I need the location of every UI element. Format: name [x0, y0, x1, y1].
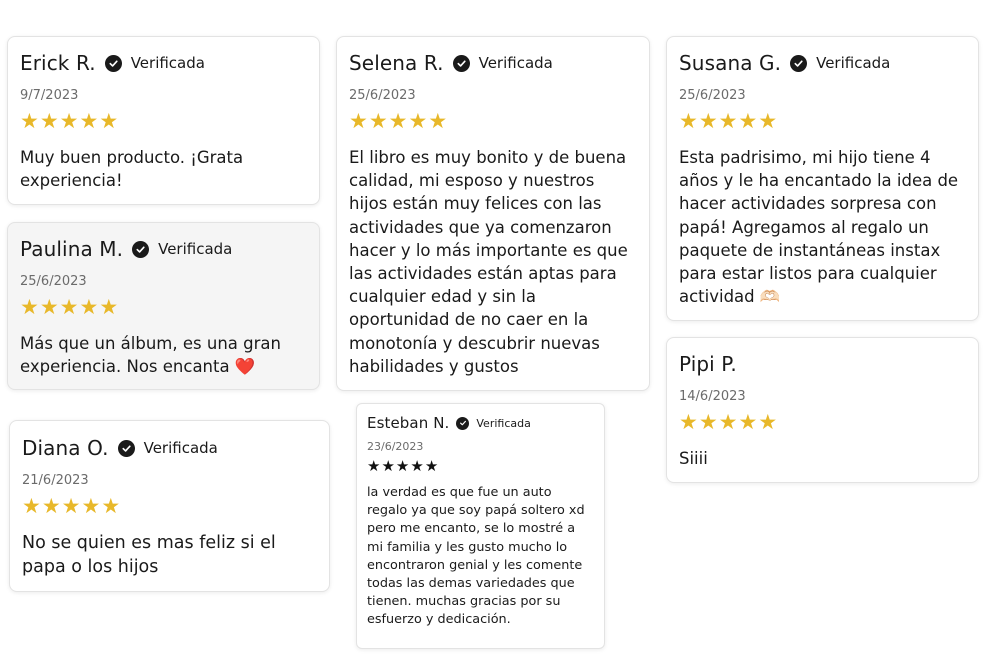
star-rating: ★★★★★: [349, 111, 637, 132]
star-icon: ★: [758, 410, 779, 434]
check-circle-icon: [456, 416, 470, 430]
verified-label: Verificada: [478, 54, 553, 72]
verified-label: Verificada: [158, 240, 233, 258]
verified-label: Verificada: [476, 416, 531, 430]
reviewer-name: Susana G.: [679, 51, 782, 75]
star-icon: ★: [79, 109, 100, 133]
check-circle-icon: [452, 54, 470, 72]
star-icon: ★: [101, 494, 122, 518]
review-card: Erick R. Verificada 9/7/2023 ★★★★★ Muy b…: [7, 36, 320, 205]
star-rating: ★★★★★: [679, 412, 966, 433]
star-rating: ★★★★★: [679, 111, 966, 132]
verified-label: Verificada: [143, 439, 218, 457]
review-card: Selena R. Verificada 25/6/2023 ★★★★★ El …: [336, 36, 650, 391]
reviewer-name: Paulina M.: [20, 237, 124, 261]
reviewer-name: Diana O.: [22, 436, 109, 460]
star-icon: ★: [20, 295, 40, 319]
star-icon: ★: [368, 109, 389, 133]
star-rating: ★★★★★: [20, 111, 307, 132]
star-icon: ★: [381, 457, 396, 475]
reviewer-name: Esteban N.: [367, 414, 450, 432]
review-date: 21/6/2023: [22, 473, 89, 488]
star-icon: ★: [20, 109, 40, 133]
star-icon: ★: [718, 410, 739, 434]
star-icon: ★: [410, 457, 425, 475]
reviewer-name: Selena R.: [349, 51, 444, 75]
review-date: 14/6/2023: [679, 389, 746, 404]
star-icon: ★: [758, 109, 779, 133]
review-text: No se quien es mas feliz si el papa o lo…: [22, 533, 276, 577]
verified-label: Verificada: [130, 54, 205, 72]
review-date: 25/6/2023: [349, 88, 416, 103]
star-rating: ★★★★★: [22, 496, 317, 517]
review-date: 9/7/2023: [20, 88, 79, 103]
star-icon: ★: [388, 109, 409, 133]
review-card: Esteban N. Verificada 23/6/2023 ★★★★★ la…: [356, 403, 605, 649]
star-icon: ★: [738, 410, 759, 434]
review-date: 25/6/2023: [20, 274, 87, 289]
heart-icon: ❤️: [234, 357, 256, 377]
star-icon: ★: [698, 109, 719, 133]
review-card: Diana O. Verificada 21/6/2023 ★★★★★ No s…: [9, 420, 330, 592]
star-icon: ★: [61, 494, 82, 518]
star-icon: ★: [428, 109, 449, 133]
check-circle-icon: [117, 439, 135, 457]
verified-label: Verificada: [816, 54, 891, 72]
star-icon: ★: [738, 109, 759, 133]
review-text-wrap: Esta padrisimo, mi hijo tiene 4 años y l…: [679, 146, 966, 308]
heart-hands-icon: 🫶🏻: [759, 287, 781, 307]
star-icon: ★: [59, 295, 80, 319]
star-icon: ★: [408, 109, 429, 133]
star-icon: ★: [39, 109, 60, 133]
review-date: 23/6/2023: [367, 440, 424, 453]
reviewer-name: Erick R.: [20, 51, 96, 75]
star-icon: ★: [59, 109, 80, 133]
star-icon: ★: [349, 109, 369, 133]
review-text: El libro es muy bonito y de buena calida…: [349, 148, 628, 376]
review-card: Pipi P. 14/6/2023 ★★★★★ Siiii: [666, 337, 979, 483]
review-text: Siiii: [679, 449, 708, 468]
star-icon: ★: [39, 295, 60, 319]
star-icon: ★: [81, 494, 102, 518]
star-icon: ★: [22, 494, 42, 518]
star-icon: ★: [99, 109, 120, 133]
review-card: Susana G. Verificada 25/6/2023 ★★★★★ Est…: [666, 36, 979, 321]
star-icon: ★: [79, 295, 100, 319]
check-circle-icon: [790, 54, 808, 72]
check-circle-icon: [132, 240, 150, 258]
star-icon: ★: [99, 295, 120, 319]
star-icon: ★: [424, 457, 440, 475]
review-card: Paulina M. Verificada 25/6/2023 ★★★★★ Má…: [7, 222, 320, 390]
star-rating: ★★★★★: [367, 459, 594, 474]
reviewer-name: Pipi P.: [679, 352, 737, 376]
star-icon: ★: [679, 410, 699, 434]
star-rating: ★★★★★: [20, 297, 307, 318]
star-icon: ★: [41, 494, 62, 518]
review-text-wrap: Más que un álbum, es una gran experienci…: [20, 332, 307, 378]
check-circle-icon: [104, 54, 122, 72]
star-icon: ★: [679, 109, 699, 133]
star-icon: ★: [698, 410, 719, 434]
star-icon: ★: [718, 109, 739, 133]
review-text: la verdad es que fue un auto regalo ya q…: [367, 485, 585, 628]
review-text: Esta padrisimo, mi hijo tiene 4 años y l…: [679, 148, 959, 307]
star-icon: ★: [395, 457, 411, 475]
review-text: Muy buen producto. ¡Grata experiencia!: [20, 148, 244, 191]
review-date: 25/6/2023: [679, 88, 746, 103]
star-icon: ★: [367, 457, 382, 475]
